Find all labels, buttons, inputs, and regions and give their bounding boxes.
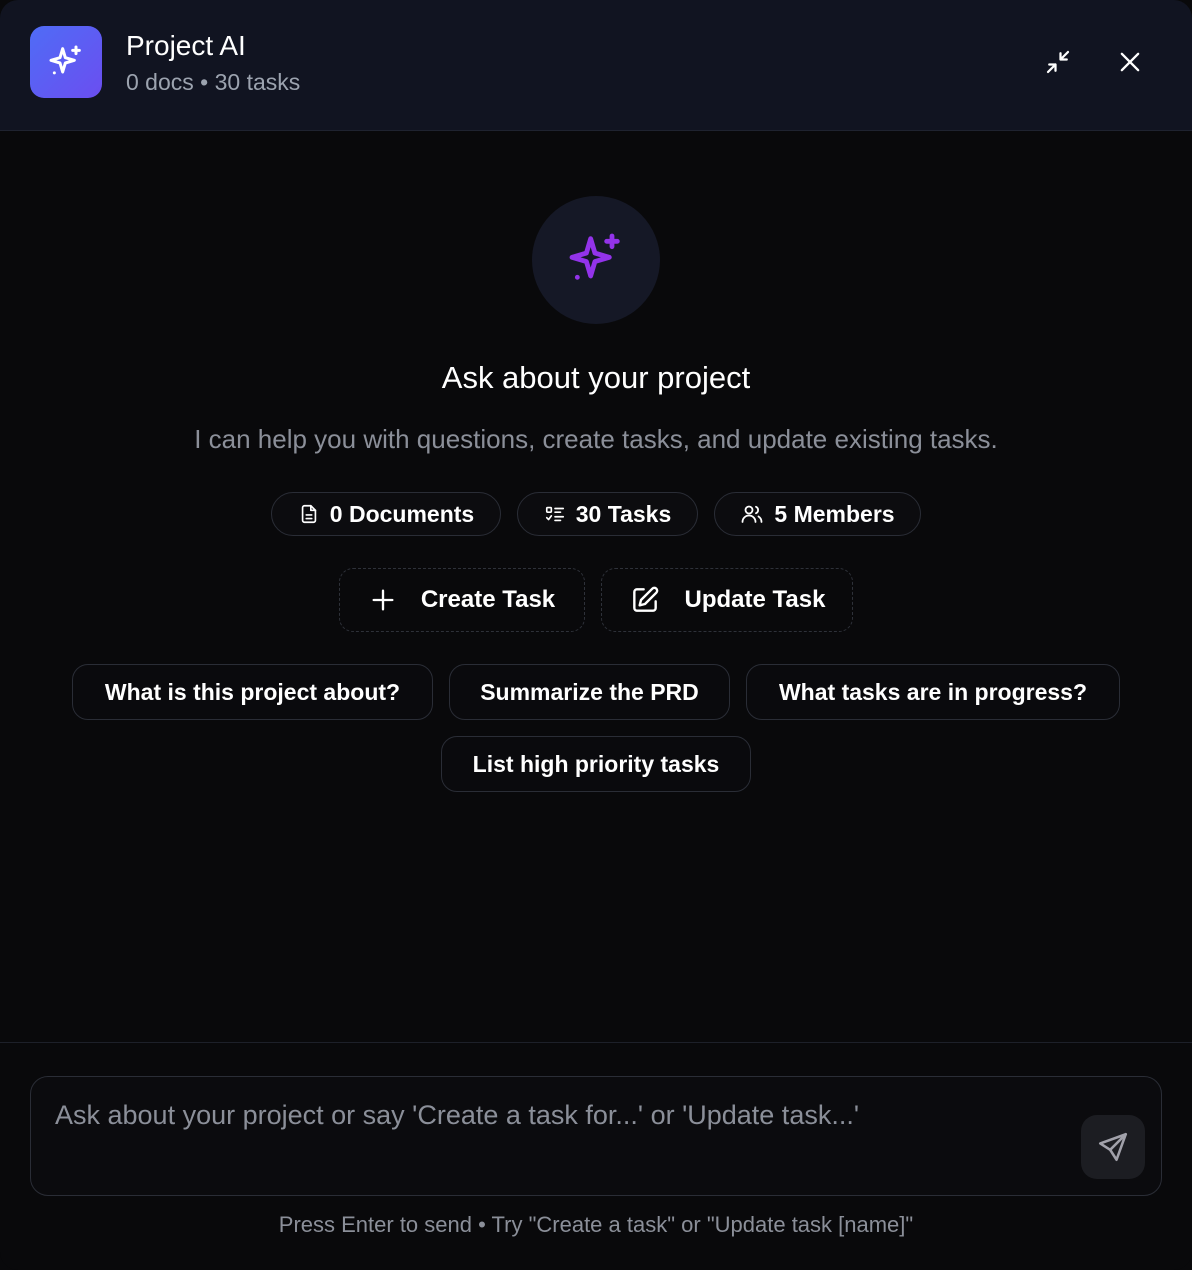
app-title: Project AI <box>126 30 246 61</box>
document-icon <box>301 504 317 524</box>
hero-title: Ask about your project <box>441 360 751 395</box>
send-icon <box>1098 1132 1128 1162</box>
create-task-button[interactable]: Create Task <box>339 568 585 632</box>
footer-divider <box>0 1042 1192 1043</box>
sparkles-icon <box>30 26 102 98</box>
edit-icon <box>632 586 658 612</box>
tasks-count-badge: 30 Tasks <box>517 492 698 536</box>
members-count-badge: 5 Members <box>714 492 921 536</box>
suggestion-label: What is this project about? <box>104 678 401 705</box>
update-task-button[interactable]: Update Task <box>601 568 853 632</box>
close-button[interactable] <box>1110 42 1150 82</box>
hero-icon <box>532 196 660 324</box>
app-subtitle: 0 docs • 30 tasks <box>126 69 301 95</box>
documents-count-label: 0 Documents <box>329 500 475 527</box>
minimize-button[interactable] <box>1038 42 1078 82</box>
create-task-label: Create Task <box>420 586 556 613</box>
members-count-label: 5 Members <box>774 500 895 527</box>
close-icon <box>1120 52 1140 72</box>
sparkles-icon <box>569 233 620 280</box>
suggestion-chip[interactable]: What tasks are in progress? <box>746 664 1120 720</box>
message-input[interactable] <box>55 1095 1075 1179</box>
suggestion-chip[interactable]: List high priority tasks <box>441 736 751 792</box>
users-icon <box>742 505 763 523</box>
update-task-label: Update Task <box>684 586 826 613</box>
task-list-icon <box>545 506 564 522</box>
suggestion-label: Summarize the PRD <box>480 678 699 705</box>
suggestion-chip[interactable]: What is this project about? <box>72 664 433 720</box>
panel-header: Project AI 0 docs • 30 tasks <box>0 0 1192 131</box>
suggestion-label: List high priority tasks <box>472 750 720 777</box>
send-button[interactable] <box>1081 1115 1145 1179</box>
ai-chat-panel: Project AI 0 docs • 30 tasks Ask about y… <box>0 0 1192 1270</box>
plus-icon <box>372 589 394 611</box>
suggestion-chip[interactable]: Summarize the PRD <box>449 664 730 720</box>
composer-hint: Press Enter to send • Try "Create a task… <box>278 1212 914 1237</box>
tasks-count-label: 30 Tasks <box>575 500 672 527</box>
message-composer <box>30 1076 1162 1196</box>
minimize-icon <box>1046 50 1070 74</box>
hero-subtitle: I can help you with questions, create ta… <box>194 424 998 454</box>
suggestion-label: What tasks are in progress? <box>778 678 1088 705</box>
documents-count-badge: 0 Documents <box>271 492 501 536</box>
